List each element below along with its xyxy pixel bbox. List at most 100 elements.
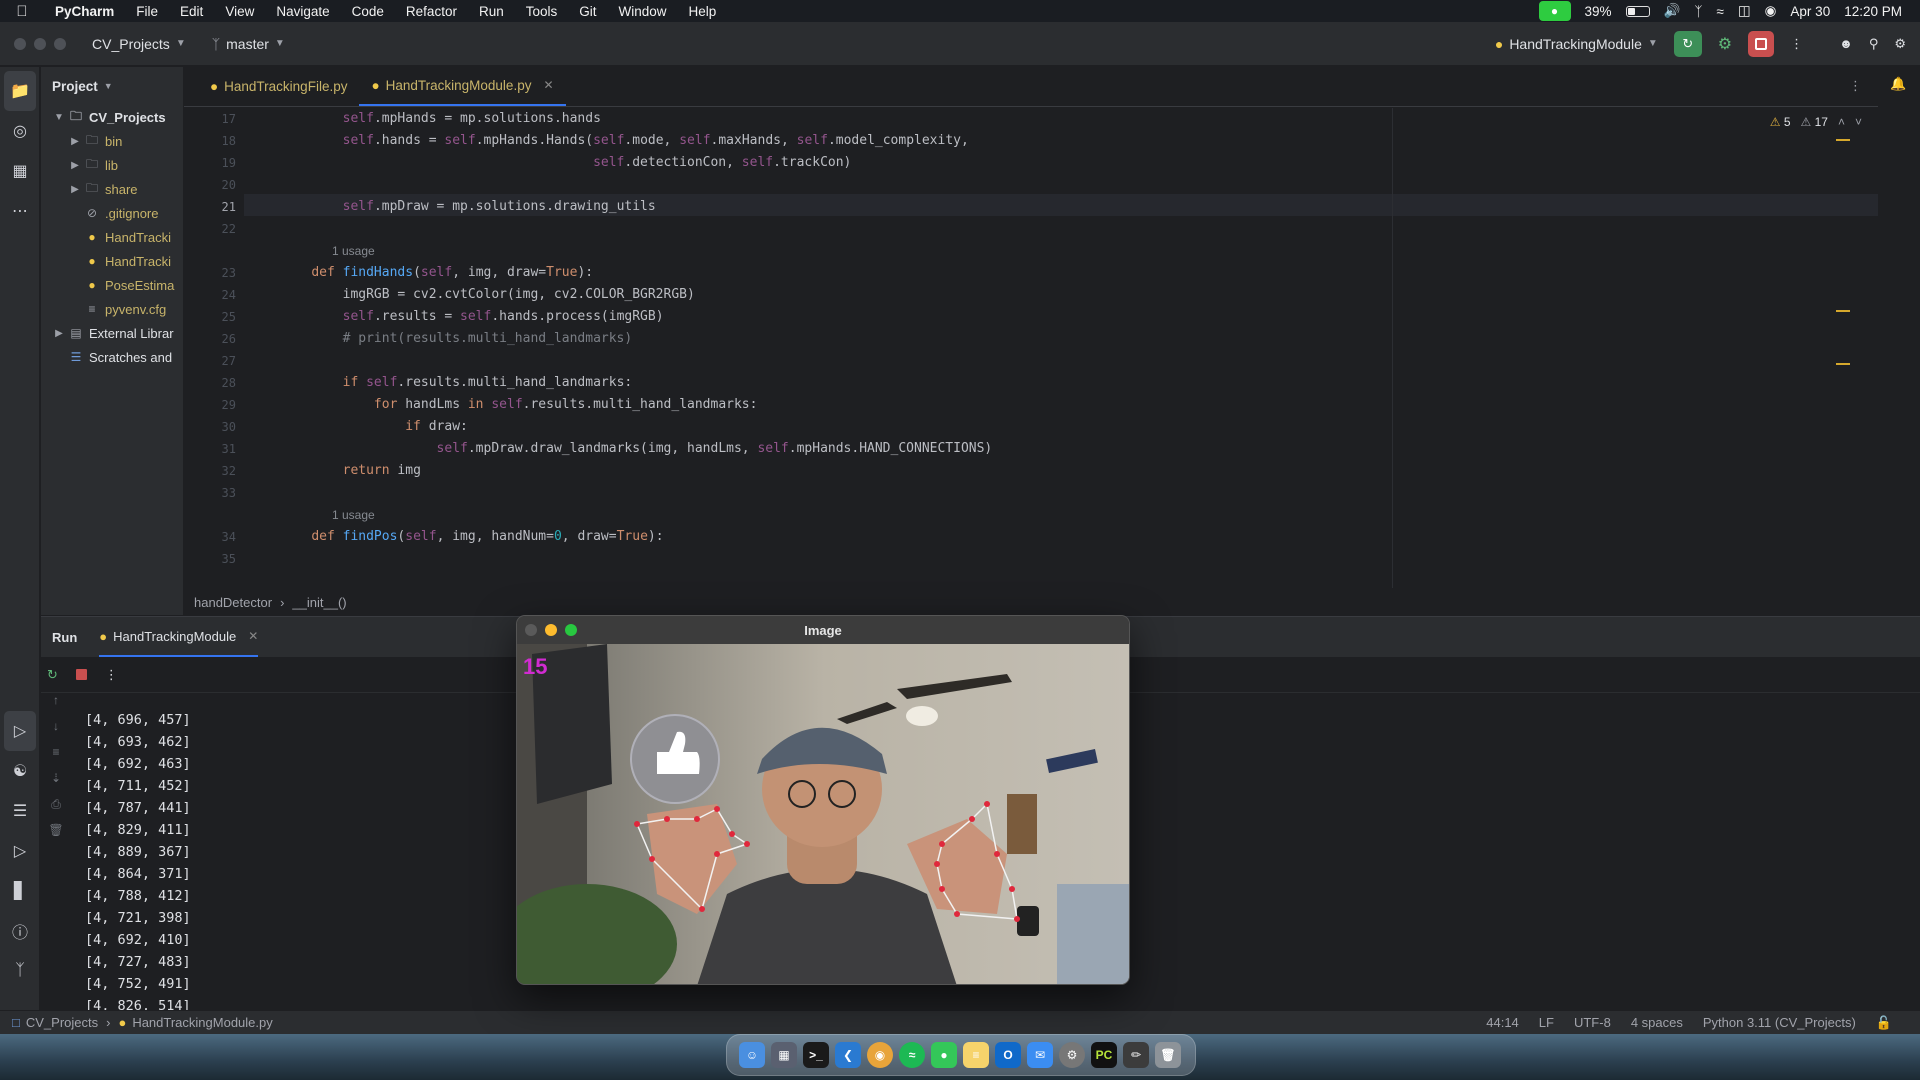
more-actions-icon[interactable]: ⋮	[105, 667, 118, 683]
warning-marker[interactable]	[1836, 363, 1850, 365]
terminal-app-icon[interactable]: >_	[803, 1042, 829, 1068]
warning-marker[interactable]	[1836, 310, 1850, 312]
project-tool-icon[interactable]: 📁	[4, 71, 36, 111]
messages-icon[interactable]: ●	[931, 1042, 957, 1068]
file-encoding[interactable]: UTF-8	[1574, 1015, 1611, 1031]
chrome-icon[interactable]: ◉	[867, 1042, 893, 1068]
window-close-button[interactable]	[14, 37, 26, 50]
breadcrumb-class[interactable]: handDetector	[194, 595, 272, 610]
code-area[interactable]: self.mpHands = mp.solutions.hands self.h…	[280, 108, 1840, 588]
usage-hint[interactable]: 1 usage	[280, 240, 1840, 262]
tree-item-poseestimation[interactable]: ● PoseEstima	[41, 273, 183, 297]
python-interpreter[interactable]: Python 3.11 (CV_Projects)	[1703, 1015, 1856, 1031]
terminal-icon[interactable]: ▋	[0, 871, 40, 911]
status-project[interactable]: □ CV_Projects	[0, 1015, 98, 1030]
wifi-icon[interactable]: ≈	[1716, 4, 1723, 19]
volume-icon[interactable]: 🔊	[1664, 3, 1681, 19]
menu-refactor[interactable]: Refactor	[395, 4, 468, 19]
tree-item-lib[interactable]: ▶ 🗀 lib	[41, 153, 183, 177]
apple-menu-icon[interactable]: 	[0, 3, 44, 20]
warning-marker[interactable]	[1836, 139, 1850, 141]
breadcrumb-method[interactable]: __init__()	[292, 595, 346, 610]
more-tabs-icon[interactable]: ⋮	[1833, 78, 1878, 106]
more-tools-icon[interactable]: ⋯	[0, 191, 40, 231]
scroll-to-end-icon[interactable]: ⇣	[41, 771, 71, 797]
rerun-button[interactable]: ↻	[1673, 30, 1702, 57]
menubar-time[interactable]: 12:20 PM	[1844, 4, 1902, 19]
soft-wrap-icon[interactable]: ≡	[41, 745, 71, 771]
debug-icon[interactable]: ⚙	[1718, 34, 1732, 54]
pycharm-dock-icon[interactable]: PC	[1091, 1042, 1117, 1068]
close-tab-icon[interactable]: ✕	[248, 629, 258, 643]
menu-tools[interactable]: Tools	[515, 4, 569, 19]
stop-icon[interactable]	[75, 669, 87, 680]
line-separator[interactable]: LF	[1539, 1015, 1554, 1031]
tree-root[interactable]: ▼ 🗀 CV_Projects	[41, 105, 183, 129]
scroll-up-icon[interactable]: ↑	[41, 693, 71, 719]
rerun-icon[interactable]: ↻	[47, 667, 58, 683]
tree-item-share[interactable]: ▶ 🗀 share	[41, 177, 183, 201]
tree-item-handtrackingmodule[interactable]: ● HandTracki	[41, 249, 183, 273]
console-output[interactable]: [4, 696, 457] [4, 693, 462] [4, 692, 463] […	[85, 709, 191, 1017]
chevron-right-icon[interactable]: ▶	[67, 184, 83, 195]
add-user-icon[interactable]: ☻	[1839, 36, 1853, 51]
branch-switcher[interactable]: ᛉ master ▼	[212, 36, 285, 52]
tree-item-scratches[interactable]: ☰ Scratches and	[41, 345, 183, 369]
menubar-date[interactable]: Apr 30	[1790, 4, 1830, 19]
launchpad-icon[interactable]: ▦	[771, 1042, 797, 1068]
notes-icon[interactable]: ≡	[963, 1042, 989, 1068]
search-icon[interactable]: ⚲	[1869, 36, 1879, 52]
services-icon[interactable]: ▷	[0, 831, 40, 871]
opencv-image-window[interactable]: Image 15	[516, 615, 1130, 985]
chevron-right-icon[interactable]: ▶	[51, 328, 67, 339]
caret-position[interactable]: 44:14	[1486, 1015, 1519, 1031]
settings-gear-icon[interactable]: ⚙	[1894, 36, 1906, 52]
menu-help[interactable]: Help	[678, 4, 728, 19]
window-minimize-button[interactable]	[34, 37, 46, 50]
close-tab-icon[interactable]: ✕	[543, 78, 553, 92]
stop-button[interactable]	[1748, 30, 1775, 57]
tree-item-external-libraries[interactable]: ▶ ▤ External Librar	[41, 321, 183, 345]
window-zoom-button[interactable]	[54, 37, 66, 50]
structure-tool-icon[interactable]: ▦	[0, 151, 40, 191]
spotify-icon[interactable]: ≈	[899, 1042, 925, 1068]
menu-app-name[interactable]: PyCharm	[44, 4, 125, 19]
battery-icon[interactable]	[1625, 5, 1650, 17]
problems-icon[interactable]: ⓘ	[0, 911, 40, 951]
tree-item-handtrackingfile[interactable]: ● HandTracki	[41, 225, 183, 249]
tree-item-bin[interactable]: ▶ 🗀 bin	[41, 129, 183, 153]
clear-all-icon[interactable]: 🗑	[41, 823, 71, 849]
menu-view[interactable]: View	[214, 4, 265, 19]
notifications-icon[interactable]: 🔔	[1890, 76, 1906, 92]
tab-handtrackingmodule[interactable]: ● HandTrackingModule.py ✕	[359, 66, 566, 106]
tab-handtrackingfile[interactable]: ● HandTrackingFile.py	[198, 66, 359, 106]
outlook-icon[interactable]: O	[995, 1042, 1021, 1068]
menu-window[interactable]: Window	[608, 4, 678, 19]
run-tool-icon[interactable]: ▷	[4, 711, 36, 751]
chevron-right-icon[interactable]: ▶	[67, 160, 83, 171]
status-file[interactable]: ● HandTrackingModule.py	[118, 1015, 272, 1030]
usage-hint[interactable]: 1 usage	[280, 504, 1840, 526]
run-panel-title[interactable]: Run	[52, 630, 77, 645]
system-settings-icon[interactable]: ⚙	[1059, 1042, 1085, 1068]
menu-navigate[interactable]: Navigate	[265, 4, 340, 19]
bluetooth-icon[interactable]: ᛉ	[1694, 4, 1702, 19]
python-packages-icon[interactable]: ☰	[0, 791, 40, 831]
lock-icon[interactable]: 🔓	[1876, 1015, 1892, 1031]
tree-item-gitignore[interactable]: ⊘ .gitignore	[41, 201, 183, 225]
chevron-down-icon[interactable]: ˅	[1855, 115, 1862, 129]
menu-edit[interactable]: Edit	[169, 4, 214, 19]
project-switcher[interactable]: CV_Projects ▼	[92, 36, 186, 52]
finder-icon[interactable]: ☺	[739, 1042, 765, 1068]
control-center-icon[interactable]: ◫	[1738, 3, 1751, 19]
print-icon[interactable]: ⎙	[41, 797, 71, 823]
menu-code[interactable]: Code	[341, 4, 395, 19]
menu-file[interactable]: File	[125, 4, 169, 19]
chevron-right-icon[interactable]: ▶	[67, 136, 83, 147]
menu-git[interactable]: Git	[568, 4, 607, 19]
version-control-icon[interactable]: ᛉ	[0, 951, 40, 991]
menu-run[interactable]: Run	[468, 4, 515, 19]
project-panel-header[interactable]: Project ▼	[41, 67, 183, 105]
indent-setting[interactable]: 4 spaces	[1631, 1015, 1683, 1031]
tree-item-pyvenv[interactable]: ≡ pyvenv.cfg	[41, 297, 183, 321]
